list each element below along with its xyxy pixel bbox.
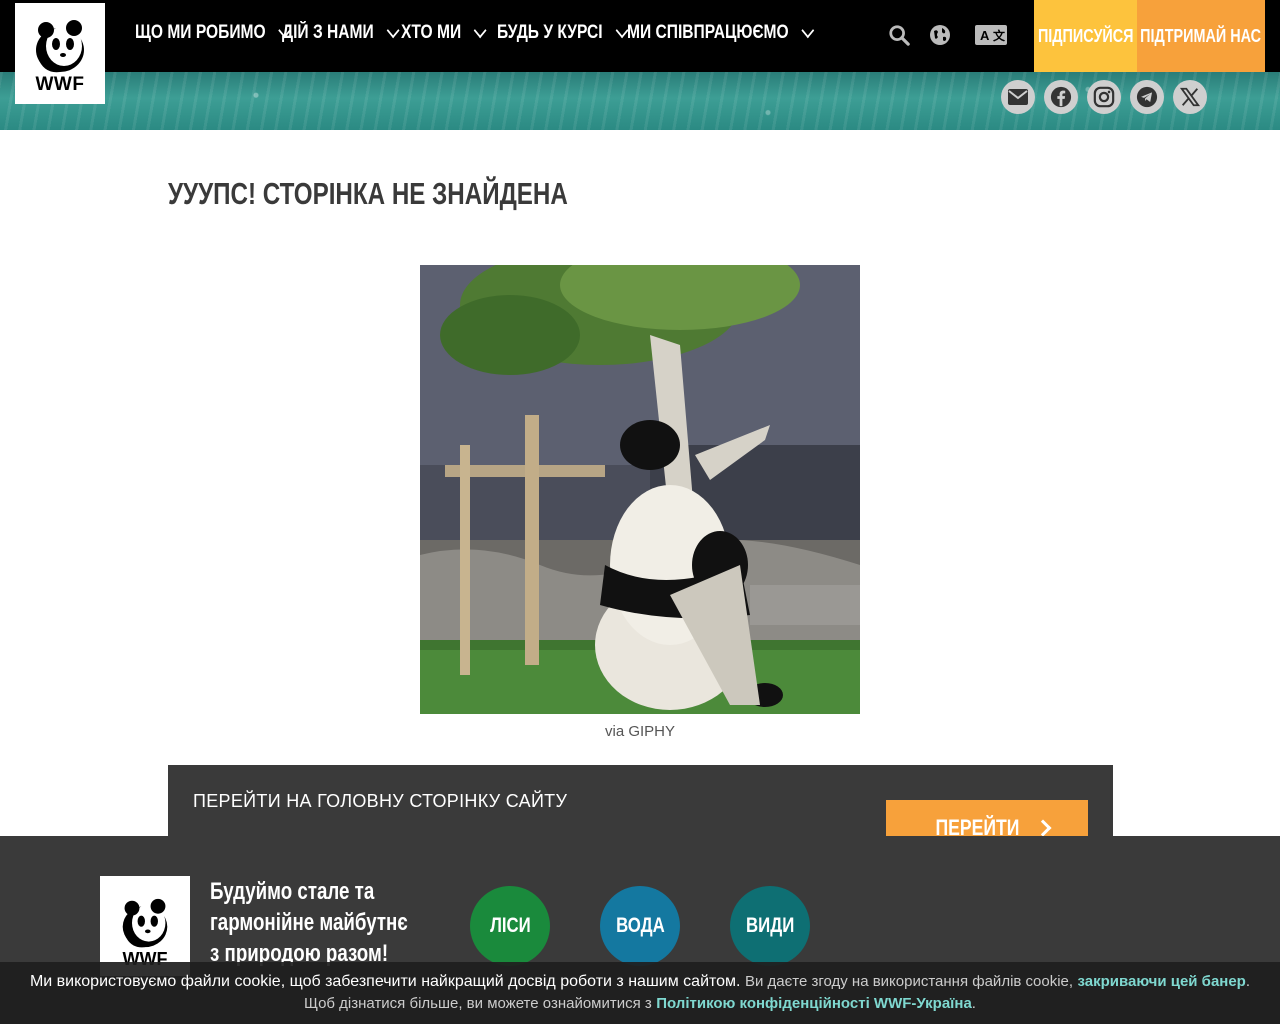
chevron-right-icon — [1034, 819, 1052, 836]
svg-text:文: 文 — [993, 28, 1006, 43]
cookie-line-2: Щоб дізнатися більше, ви можете ознайоми… — [304, 995, 976, 1012]
top-navigation-bar: ЩО МИ РОБИМО ДІЙ З НАМИ ХТО МИ БУДЬ У КУ… — [0, 0, 1280, 72]
cookie-banner: Ми використовуємо файли cookie, щоб забе… — [0, 962, 1280, 1024]
nav-act-with-us[interactable]: ДІЙ З НАМИ — [282, 22, 400, 44]
chevron-down-icon — [474, 22, 487, 38]
subscribe-label: ПІДПИСУЙСЯ — [1037, 25, 1134, 46]
species-label: ВИДИ — [745, 914, 795, 937]
forests-label: ЛІСИ — [489, 914, 531, 937]
nav-label: ХТО МИ — [401, 22, 462, 43]
telegram-icon[interactable] — [1130, 80, 1164, 114]
support-label: ПІДТРИМАЙ НАС — [1140, 25, 1262, 46]
globe-icon[interactable] — [927, 22, 953, 48]
nav-who-we-are[interactable]: ХТО МИ — [401, 22, 487, 44]
footer-wwf-logo[interactable]: WWF — [100, 876, 190, 976]
water-link[interactable]: ВОДА — [600, 886, 680, 966]
search-icon[interactable] — [886, 22, 912, 48]
chevron-down-icon — [801, 22, 815, 38]
cookie-consent-text: Ви даєте згоду на використання файлів co… — [744, 973, 1074, 990]
nav-what-we-do[interactable]: ЩО МИ РОБИМО — [135, 22, 292, 44]
wwf-logo[interactable]: WWF — [15, 3, 105, 104]
nav-label: ЩО МИ РОБИМО — [135, 22, 266, 43]
email-icon[interactable] — [1001, 80, 1035, 114]
cookie-more-text: Щоб дізнатися більше, ви можете ознайоми… — [304, 995, 652, 1012]
forests-link[interactable]: ЛІСИ — [470, 886, 550, 966]
panda-gif-image — [420, 265, 860, 714]
chevron-down-icon — [386, 22, 400, 38]
svg-text:A: A — [980, 28, 990, 43]
support-us-button[interactable]: ПІДТРИМАЙ НАС — [1137, 0, 1265, 72]
privacy-policy-link[interactable]: Політикою конфіденційності WWF-Україна — [656, 995, 972, 1012]
x-icon[interactable] — [1173, 80, 1207, 114]
subscribe-button[interactable]: ПІДПИСУЙСЯ — [1034, 0, 1137, 72]
close-banner-link[interactable]: закриваючи цей банер — [1078, 973, 1246, 990]
footer-slogan: Будуймо стале та гармонійне майбутнє з п… — [210, 878, 408, 967]
nav-stay-informed[interactable]: БУДЬ У КУРСІ — [497, 22, 629, 44]
go-home-text: ПЕРЕЙТИ НА ГОЛОВНУ СТОРІНКУ САЙТУ — [193, 791, 568, 811]
nav-we-cooperate[interactable]: МИ СПІВПРАЦЮЄМО — [627, 22, 815, 44]
panda-logo-icon — [36, 20, 84, 73]
cookie-line-1: Ми використовуємо файли cookie, щоб забе… — [29, 973, 1251, 990]
page-title: УУУПС! СТОРІНКА НЕ ЗНАЙДЕНА — [168, 176, 568, 211]
water-label: ВОДА — [615, 914, 665, 937]
cookie-main-text: Ми використовуємо файли cookie, щоб забе… — [29, 973, 741, 990]
instagram-icon[interactable] — [1087, 80, 1121, 114]
translate-icon[interactable]: A文 — [974, 22, 1008, 48]
image-caption: via GIPHY — [604, 723, 676, 740]
species-link[interactable]: ВИДИ — [730, 886, 810, 966]
facebook-icon[interactable] — [1044, 80, 1078, 114]
logo-text: WWF — [35, 74, 85, 95]
nav-label: БУДЬ У КУРСІ — [497, 22, 603, 43]
nav-label: ДІЙ З НАМИ — [282, 22, 374, 43]
nav-label: МИ СПІВПРАЦЮЄМО — [627, 22, 789, 43]
panda-logo-icon — [122, 898, 168, 948]
